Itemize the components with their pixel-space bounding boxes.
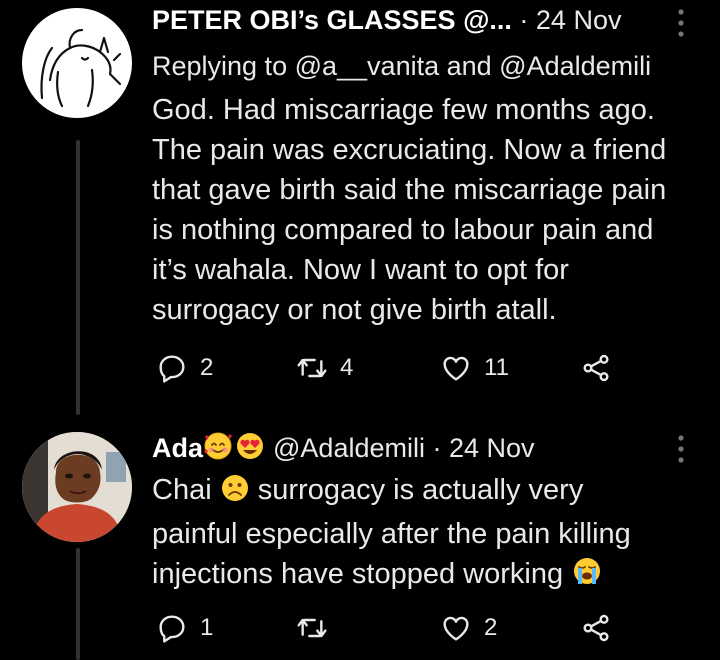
like-count: 11	[484, 354, 509, 381]
separator: ·	[424, 433, 449, 463]
tweet-header: Ada @Adaldemili · 24 Nov	[152, 430, 684, 470]
heart-icon	[443, 616, 469, 641]
timestamp[interactable]: 24 Nov	[449, 433, 535, 463]
replying-to: Replying to @a__vanita and @Adaldemili	[152, 48, 651, 84]
more-options-icon[interactable]	[676, 434, 686, 464]
user-photo-avatar-icon	[22, 432, 132, 542]
replying-to-label: Replying to	[152, 51, 295, 81]
retweet-icon	[297, 358, 327, 378]
retweet-button[interactable]	[296, 608, 340, 648]
separator: ·	[511, 5, 536, 35]
tweet-text: God. Had miscarriage few months ago. The…	[152, 94, 667, 326]
reply-button[interactable]: 1	[156, 608, 213, 648]
reply-mention-2[interactable]: @Adaldemili	[499, 51, 651, 81]
timestamp[interactable]: 24 Nov	[536, 5, 622, 35]
like-button[interactable]: 11	[440, 348, 509, 388]
share-icon	[583, 614, 609, 642]
display-name[interactable]: PETER OBI’s GLASSES @...	[152, 5, 512, 35]
heart-eyes-icon	[235, 431, 265, 470]
smiling-face-with-hearts-icon	[203, 431, 233, 470]
reply-icon	[159, 355, 185, 383]
share-icon	[583, 354, 609, 382]
tweet-text-part-1: Chai	[152, 474, 220, 506]
reply-mention-1[interactable]: @a__vanita	[295, 51, 440, 81]
thread-line-bottom	[76, 548, 80, 660]
share-button[interactable]	[580, 348, 612, 388]
more-options-icon[interactable]	[676, 8, 686, 38]
slightly-frowning-face-icon	[220, 473, 250, 514]
tweet-header: PETER OBI’s GLASSES @... · 24 Nov	[152, 2, 684, 38]
share-button[interactable]	[580, 608, 612, 648]
reply-button[interactable]: 2	[156, 348, 213, 388]
tweet-actions: 2 4 11	[152, 348, 632, 388]
avatar[interactable]	[22, 432, 132, 542]
retweet-icon	[297, 618, 327, 638]
loudly-crying-face-icon	[571, 555, 603, 598]
heart-icon	[443, 356, 469, 381]
handle[interactable]: @Adaldemili	[273, 433, 425, 463]
sketch-drawing-avatar-icon	[40, 28, 122, 108]
reply-and: and	[439, 51, 500, 81]
retweet-button[interactable]: 4	[296, 348, 353, 388]
tweet-text: Chai surrogacy is actually very painful …	[152, 470, 707, 598]
retweet-count: 4	[340, 354, 354, 381]
tweet-actions: 1 2	[152, 608, 632, 648]
reply-icon	[159, 615, 185, 643]
thread-line-top	[76, 140, 80, 415]
like-button[interactable]: 2	[440, 608, 497, 648]
avatar[interactable]	[22, 8, 132, 118]
display-name[interactable]: Ada	[152, 433, 203, 463]
reply-count: 1	[200, 614, 214, 641]
like-count: 2	[484, 614, 498, 641]
reply-count: 2	[200, 354, 214, 381]
